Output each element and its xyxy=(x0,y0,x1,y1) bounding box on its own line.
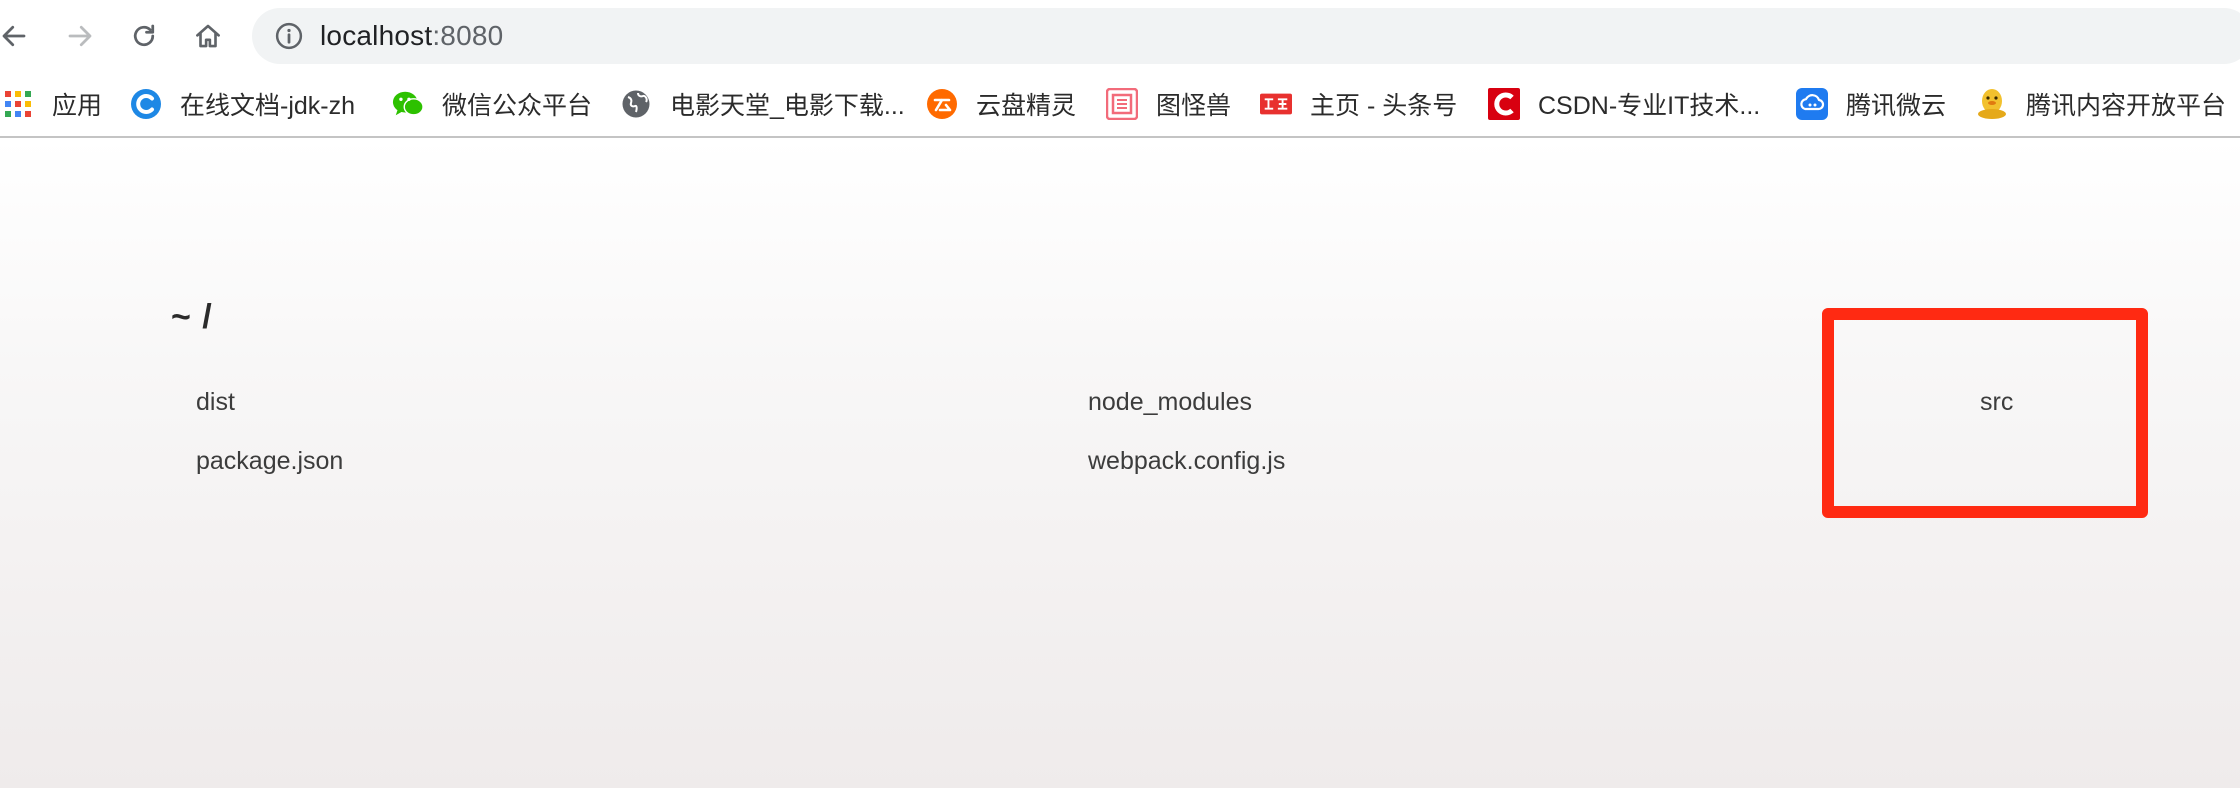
bookmarks-bar: 应用 在线文档-jdk-zh 微信公众平台 电影天堂_电影下载... 云盘精灵 … xyxy=(0,72,2240,138)
bookmark-label: 图怪兽 xyxy=(1156,92,1232,120)
bookmark-toutiao[interactable]: 主页 - 头条号 xyxy=(1260,72,1457,136)
file-link-package-json[interactable]: package.json xyxy=(196,447,343,476)
browser-toolbar: localhost:8080 xyxy=(0,0,2240,72)
url-port: :8080 xyxy=(432,20,504,51)
bookmark-label: 应用 xyxy=(52,92,103,120)
back-arrow-icon xyxy=(2,25,26,47)
url-text[interactable]: localhost:8080 xyxy=(320,8,503,64)
bookmark-dytt[interactable]: 电影天堂_电影下载... xyxy=(620,72,905,136)
cloud-disk-icon xyxy=(926,88,958,120)
reload-icon xyxy=(133,24,155,47)
bookmark-label: 在线文档-jdk-zh xyxy=(180,92,356,120)
bookmark-tuguaishou[interactable]: 图怪兽 xyxy=(1106,72,1231,136)
csdn-icon xyxy=(1488,88,1520,120)
current-path: ~ / xyxy=(171,298,213,336)
bookmark-label: CSDN-专业IT技术... xyxy=(1538,92,1761,120)
globe-icon xyxy=(620,88,652,120)
blue-c-logo-icon xyxy=(130,88,162,120)
bookmark-tencent-content[interactable]: 腾讯内容开放平台 xyxy=(1976,72,2226,136)
apps-grid-icon xyxy=(2,88,34,120)
bookmark-jdk-docs[interactable]: 在线文档-jdk-zh xyxy=(130,72,355,136)
qq-penguin-icon xyxy=(1976,88,2008,120)
reload-button[interactable] xyxy=(124,16,164,56)
directory-listing-page: ~ / dist node_modules src package.json w… xyxy=(0,138,2240,788)
toutiao-icon xyxy=(1260,88,1292,120)
wechat-icon xyxy=(392,88,424,120)
bookmark-label: 微信公众平台 xyxy=(442,92,593,120)
bookmark-label: 腾讯内容开放平台 xyxy=(2026,92,2227,120)
bookmark-weiyun[interactable]: 腾讯微云 xyxy=(1796,72,1946,136)
file-link-node-modules[interactable]: node_modules xyxy=(1088,388,1252,417)
red-highlight-box xyxy=(1822,308,2148,518)
tuguaishou-icon xyxy=(1106,88,1138,120)
home-icon xyxy=(196,24,220,48)
bookmark-csdn[interactable]: CSDN-专业IT技术... xyxy=(1488,72,1760,136)
info-icon[interactable] xyxy=(274,21,304,51)
forward-arrow-icon xyxy=(68,25,92,47)
bookmark-wechat-mp[interactable]: 微信公众平台 xyxy=(392,72,592,136)
file-link-webpack-config[interactable]: webpack.config.js xyxy=(1088,447,1285,476)
weiyun-icon xyxy=(1796,88,1828,120)
forward-button[interactable] xyxy=(60,16,100,56)
bookmark-yunpan[interactable]: 云盘精灵 xyxy=(926,72,1076,136)
home-button[interactable] xyxy=(188,16,228,56)
back-button[interactable] xyxy=(0,16,34,56)
bookmark-label: 电影天堂_电影下载... xyxy=(670,92,905,120)
bookmark-label: 主页 - 头条号 xyxy=(1310,92,1458,120)
bookmark-label: 腾讯微云 xyxy=(1846,92,1947,120)
file-link-dist[interactable]: dist xyxy=(196,388,235,417)
bookmark-apps[interactable]: 应用 xyxy=(2,72,102,136)
bookmark-label: 云盘精灵 xyxy=(976,92,1077,120)
address-bar[interactable]: localhost:8080 xyxy=(252,8,2240,64)
url-host: localhost xyxy=(320,20,433,51)
